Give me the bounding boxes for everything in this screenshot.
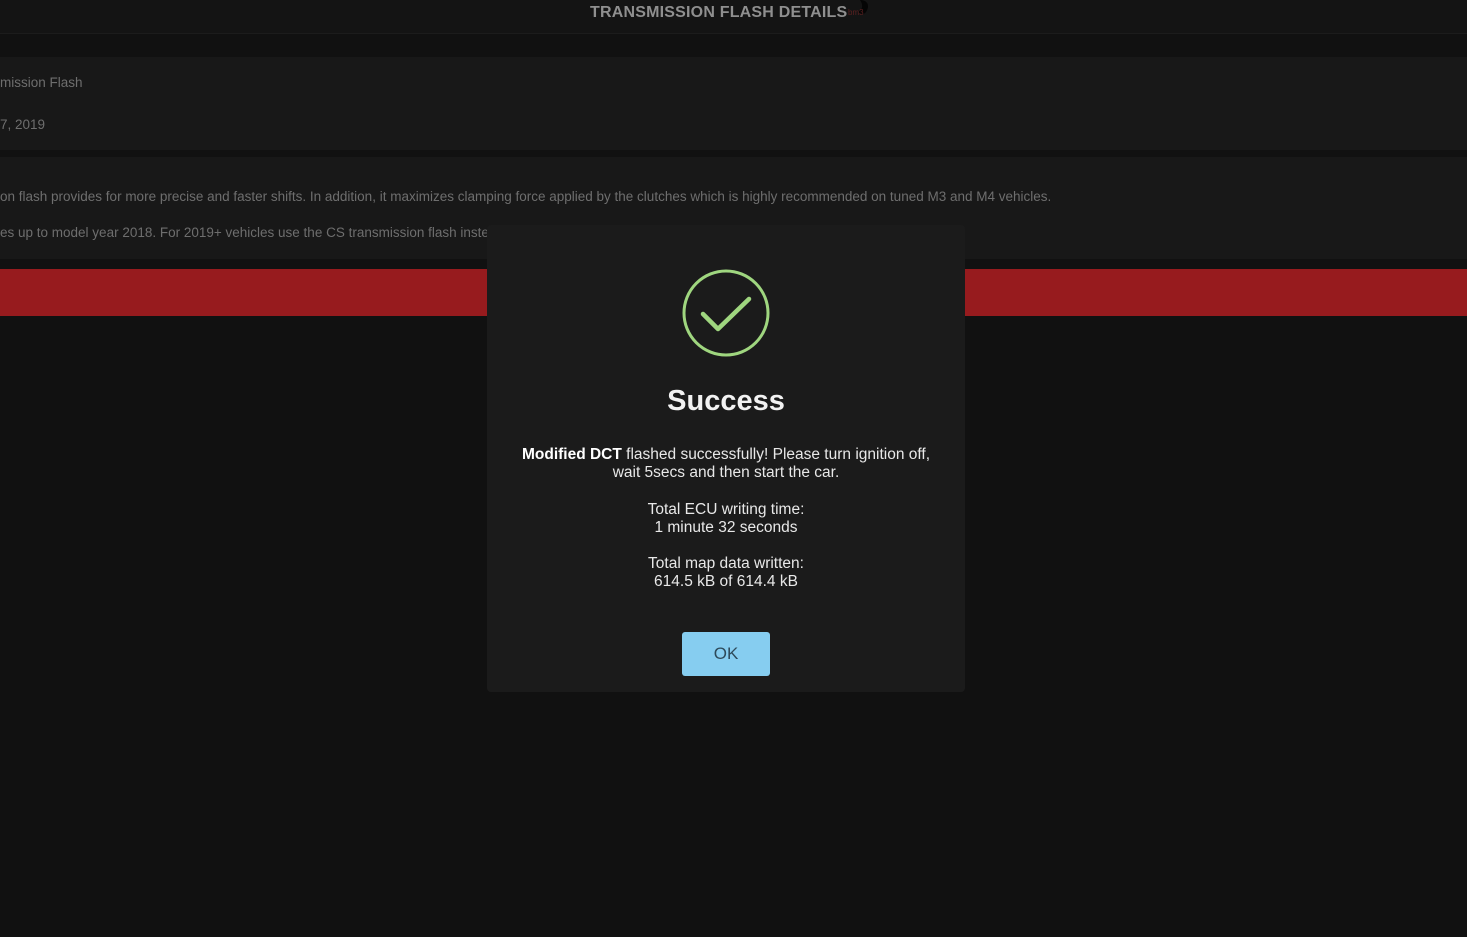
flash-date: 7, 2019 (0, 117, 46, 132)
flash-name: mission Flash (0, 75, 83, 90)
flash-description-line-1: on flash provides for more precise and f… (0, 189, 1052, 204)
message-line-2: wait 5secs and then start the car. (612, 464, 840, 481)
dialog-message: Modified DCT flashed successfully! Pleas… (487, 446, 965, 482)
app-window: TRANSMISSION FLASH DETAILS bm3 mission F… (0, 0, 1467, 937)
dialog-title: Success (667, 385, 785, 417)
header-bar: TRANSMISSION FLASH DETAILS bm3 (0, 0, 1467, 34)
writing-time-label: Total ECU writing time: (647, 501, 805, 518)
ok-button[interactable]: OK (682, 632, 770, 676)
map-data-stat: Total map data written: 614.5 kB of 614.… (487, 555, 965, 591)
message-line-1: flashed successfully! Please turn igniti… (621, 446, 931, 463)
page-title: TRANSMISSION FLASH DETAILS (590, 4, 848, 21)
writing-time-stat: Total ECU writing time: 1 minute 32 seco… (487, 501, 965, 537)
writing-time-value: 1 minute 32 seconds (654, 519, 798, 536)
map-data-label: Total map data written: (648, 555, 804, 572)
flash-description-line-2: es up to model year 2018. For 2019+ vehi… (0, 225, 489, 240)
brand-logo-text: bm3 (848, 8, 864, 17)
flash-info-panel (0, 57, 1467, 150)
map-data-value: 614.5 kB of 614.4 kB (654, 573, 798, 590)
checkmark-circle-icon (682, 269, 770, 357)
success-dialog: Success Modified DCT flashed successfull… (487, 225, 965, 692)
flashed-item-name: Modified DCT (521, 446, 622, 463)
